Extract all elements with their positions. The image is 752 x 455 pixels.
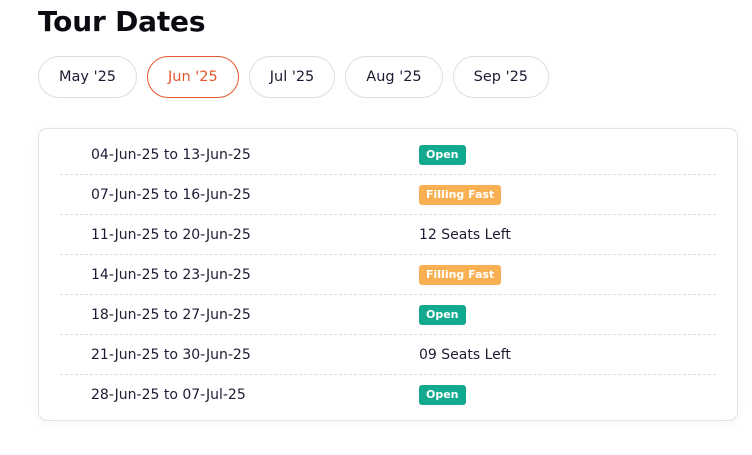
- date-range: 11-Jun-25 to 20-Jun-25: [91, 226, 251, 243]
- page-title: Tour Dates: [38, 5, 206, 38]
- status-badge-filling-fast: Filling Fast: [419, 264, 502, 285]
- tab-may-25[interactable]: May '25: [38, 56, 138, 98]
- tab-jul-25[interactable]: Jul '25: [248, 56, 336, 98]
- status-badge-open: Open: [419, 385, 466, 405]
- date-range: 14-Jun-25 to 23-Jun-25: [91, 266, 251, 283]
- tab-jun-25[interactable]: Jun '25: [147, 56, 239, 98]
- date-range: 04-Jun-25 to 13-Jun-25: [91, 146, 251, 163]
- status-badge-open: Open: [419, 304, 466, 325]
- date-row[interactable]: 04-Jun-25 to 13-Jun-25 Open: [60, 135, 716, 175]
- seats-left-text: 09 Seats Left: [419, 346, 511, 363]
- tab-aug-25[interactable]: Aug '25: [345, 56, 443, 98]
- date-row[interactable]: 21-Jun-25 to 30-Jun-25 09 Seats Left: [60, 335, 716, 375]
- status-badge-filling-fast: Filling Fast: [419, 184, 502, 205]
- month-tabs: May '25 Jun '25 Jul '25 Aug '25 Sep '25: [38, 56, 550, 98]
- date-range: 21-Jun-25 to 30-Jun-25: [91, 346, 251, 363]
- date-row[interactable]: 07-Jun-25 to 16-Jun-25 Filling Fast: [60, 175, 716, 215]
- tab-sep-25[interactable]: Sep '25: [452, 56, 550, 98]
- seats-left-text: 12 Seats Left: [419, 226, 511, 243]
- date-range: 18-Jun-25 to 27-Jun-25: [91, 306, 251, 323]
- date-row[interactable]: 28-Jun-25 to 07-Jul-25 Open: [60, 375, 716, 415]
- date-range: 28-Jun-25 to 07-Jul-25: [91, 387, 246, 403]
- date-row[interactable]: 18-Jun-25 to 27-Jun-25 Open: [60, 295, 716, 335]
- date-row[interactable]: 14-Jun-25 to 23-Jun-25 Filling Fast: [60, 255, 716, 295]
- tour-dates-card: 04-Jun-25 to 13-Jun-25 Open 07-Jun-25 to…: [38, 128, 738, 421]
- date-range: 07-Jun-25 to 16-Jun-25: [91, 186, 251, 203]
- date-row[interactable]: 11-Jun-25 to 20-Jun-25 12 Seats Left: [60, 215, 716, 255]
- status-badge-open: Open: [419, 144, 466, 165]
